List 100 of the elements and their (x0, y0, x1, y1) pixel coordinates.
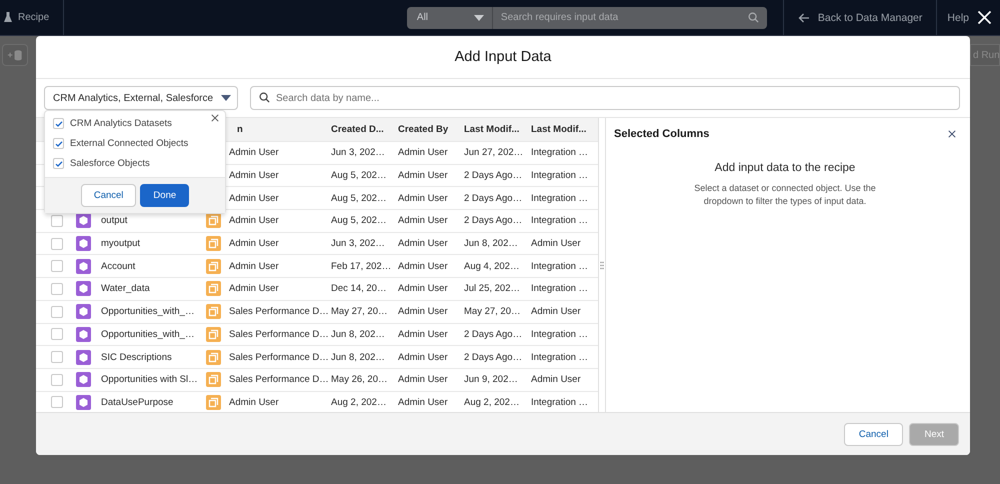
table-cell-text: Aug 2, 202… (331, 396, 388, 408)
search-icon (259, 92, 270, 103)
table-cell-text: Aug 4, 202… (464, 260, 520, 272)
table-cell-text: Admin User (398, 192, 449, 204)
option-label: Salesforce Objects (70, 158, 150, 169)
cancel-button[interactable]: Cancel (844, 422, 904, 446)
row-checkbox[interactable] (51, 260, 63, 272)
panel-title: Selected Columns (614, 128, 710, 140)
table-cell-text: Admin User (229, 238, 280, 250)
table-cell-text: Admin User (531, 238, 582, 250)
scope-select[interactable]: All (406, 6, 493, 28)
table-cell-text: Admin User (229, 283, 280, 294)
table-cell-text: Admin User (398, 396, 449, 408)
table-cell-text: Aug 5, 202… (331, 192, 388, 204)
table-cell-text: Admin User (398, 147, 449, 158)
filter-dropdown[interactable]: CRM Analytics, External, Salesforce (44, 86, 238, 110)
table-cell-text: 2 Days Ago… (464, 170, 524, 182)
table-cell-text: Admin User (229, 147, 280, 158)
dataset-name: output (101, 215, 128, 226)
squares-icon (206, 394, 221, 410)
row-checkbox[interactable] (51, 282, 63, 295)
table-cell-text: Jul 25, 202… (464, 283, 521, 294)
table-cell-text: Admin User (398, 260, 449, 272)
column-header[interactable]: Last Modif... (531, 124, 598, 135)
dataset-name: SIC Descriptions (101, 352, 173, 363)
table-cell-text: May 27, 20… (331, 306, 388, 318)
option-label: CRM Analytics Datasets (70, 118, 172, 129)
table-cell-text: Jun 27, 202… (464, 147, 524, 158)
dataset-name: Opportunities_with_… (101, 328, 196, 340)
table-cell-text: Aug 5, 202… (331, 170, 388, 182)
search-icon (748, 12, 759, 23)
table-cell-text: Dec 14, 20… (331, 283, 388, 294)
table-cell-text: Feb 17, 202… (331, 260, 392, 272)
row-checkbox[interactable] (51, 238, 63, 250)
dataset-name: Water_data (101, 283, 151, 294)
squares-icon (206, 350, 221, 365)
close-icon[interactable] (948, 130, 956, 138)
done-button[interactable]: Done (140, 184, 190, 207)
table-cell-text: 2 Days Ago… (464, 192, 524, 204)
table-cell-text: Admin User (398, 215, 449, 226)
table-cell-text: Admin User (398, 374, 449, 386)
table-cell-text: Sales Performance D… (229, 352, 330, 363)
row-checkbox[interactable] (51, 351, 63, 364)
back-link[interactable]: Back to Data Manager (782, 0, 936, 35)
table-cell-text: Integration … (531, 396, 590, 408)
squares-icon (206, 372, 221, 388)
table-cell-text: Admin User (398, 283, 449, 294)
table-cell-text: Admin User (398, 238, 449, 250)
help-link[interactable]: Help (947, 12, 969, 24)
table-cell-text: Sales Performance D… (229, 328, 330, 340)
table-cell-text: Admin User (229, 260, 280, 272)
table-cell-text: Integration … (531, 352, 590, 363)
table-cell-text: Admin User (398, 328, 449, 340)
search-field[interactable]: Search data by name... (250, 86, 960, 110)
column-header[interactable]: Created D... (331, 124, 398, 135)
dataset-name: DataUsePurpose (101, 396, 174, 408)
column-header[interactable]: Last Modif... (464, 124, 531, 135)
cancel-button[interactable]: Cancel (80, 184, 136, 207)
row-checkbox[interactable] (51, 328, 63, 340)
table-cell-text: Sales Performance D… (229, 306, 330, 318)
column-header[interactable]: Created By (398, 124, 464, 135)
table-cell-text: 2 Days Ago… (464, 352, 524, 363)
table-cell-text: Admin User (398, 306, 449, 318)
table-cell-text: May 27, 20… (464, 306, 522, 318)
table-cell-text: Integration … (531, 192, 590, 204)
caret-icon (474, 14, 484, 20)
table-cell-text: Admin User (229, 170, 280, 182)
column-header[interactable]: n (229, 124, 243, 135)
table-cell-text: Admin User (531, 374, 582, 386)
table-cell-text: Integration … (531, 147, 590, 158)
close-icon[interactable] (211, 114, 219, 122)
empty-state-title: Add input data to the recipe (714, 162, 856, 174)
squares-icon (206, 304, 221, 320)
squares-icon (206, 326, 221, 342)
table-cell-text: Admin User (531, 306, 582, 318)
dataset-name: myoutput (101, 238, 142, 250)
table-cell-text: Integration … (531, 215, 590, 226)
table-cell-text: Sales Performance D… (229, 374, 330, 386)
row-checkbox[interactable] (51, 396, 63, 408)
table-cell-text: Admin User (398, 352, 449, 363)
row-checkbox[interactable] (51, 306, 63, 318)
table-cell-text: Jun 8, 202… (331, 328, 386, 340)
table-cell-text: Admin User (229, 192, 280, 204)
add-data-button[interactable] (2, 44, 28, 66)
option-label: External Connected Objects (70, 138, 188, 149)
row-checkbox[interactable] (51, 374, 63, 386)
table-cell-text: Aug 5, 202… (331, 215, 388, 226)
dataset-name: Opportunities_with_… (101, 306, 196, 318)
table-cell-text: Admin User (229, 396, 280, 408)
table-cell-text: Integration … (531, 260, 590, 272)
row-checkbox[interactable] (51, 214, 63, 227)
table-cell-text: Integration … (531, 328, 590, 340)
table-cell-text: Aug 2, 202… (464, 396, 520, 408)
caret-icon (221, 95, 231, 101)
squares-icon (206, 236, 221, 252)
dataset-name: Account (101, 260, 136, 272)
table-cell-text: Integration … (531, 283, 590, 294)
table-cell-text: 2 Days Ago… (464, 328, 524, 340)
app-name: Recipe (18, 12, 50, 23)
table-cell-text: May 26, 20… (331, 374, 388, 386)
